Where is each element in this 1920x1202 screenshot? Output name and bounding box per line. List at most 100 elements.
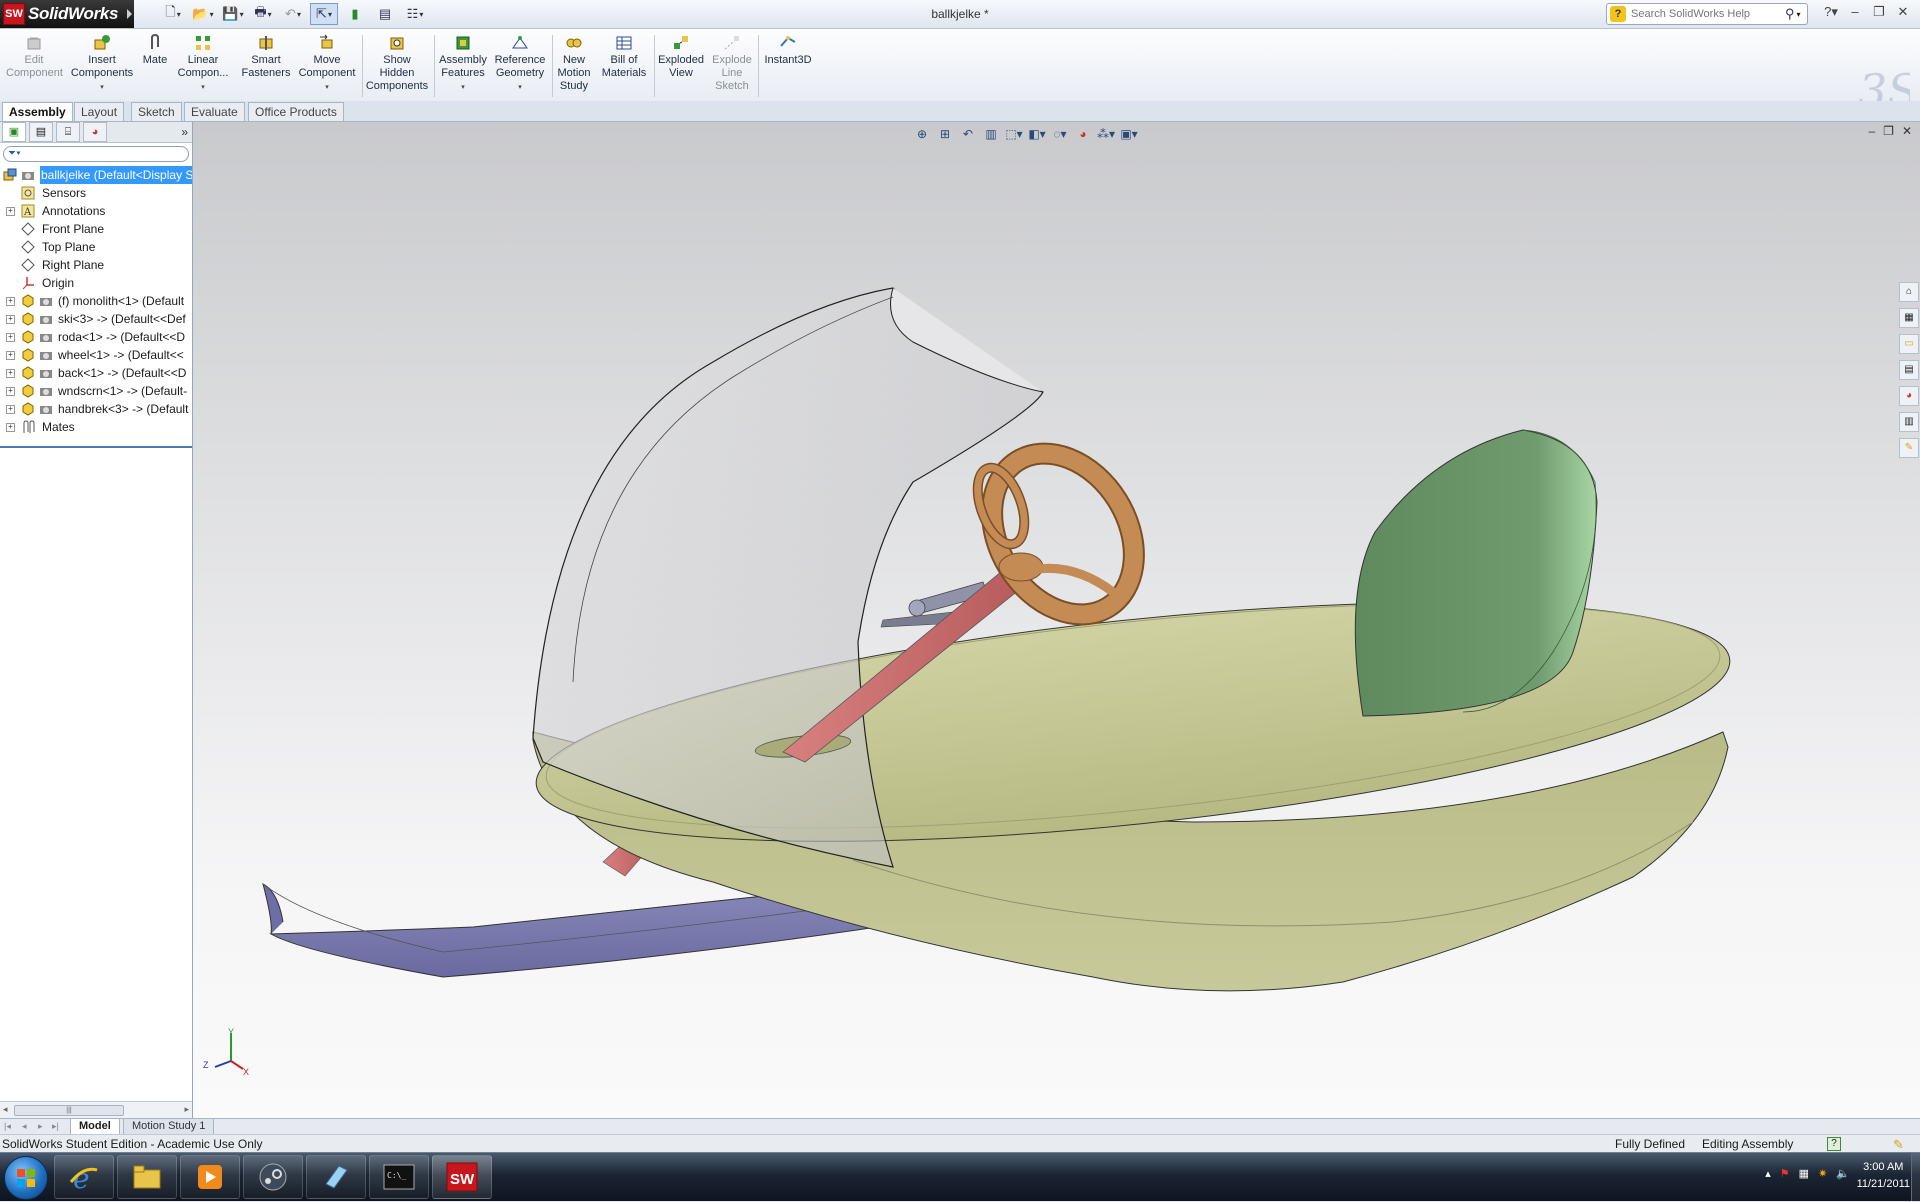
expand-icon[interactable]: + (6, 387, 15, 396)
appearances-icon[interactable]: ◕ (1899, 386, 1919, 406)
tree-item-ski[interactable]: + ski<3> -> (Default<<Def (0, 310, 192, 328)
first-tab-icon[interactable]: |◂ (4, 1121, 11, 1132)
expand-icon[interactable]: + (6, 405, 15, 414)
reference-geometry-button[interactable]: Reference Geometry ▾ (492, 34, 548, 94)
expand-icon[interactable]: + (6, 351, 15, 360)
file-explorer-icon[interactable]: ▭ (1899, 334, 1919, 354)
next-tab-icon[interactable]: ▸ (38, 1121, 43, 1132)
expand-icon[interactable]: + (6, 369, 15, 378)
help-menu-icon[interactable]: ?▾ (1822, 3, 1840, 21)
tree-item-front-plane[interactable]: Front Plane (0, 220, 192, 238)
taskbar-media-player[interactable] (180, 1155, 240, 1199)
show-hidden-icons-icon[interactable]: ▴ (1765, 1167, 1771, 1180)
search-dropdown-icon[interactable]: ▾ (1797, 10, 1801, 19)
taskbar-solidworks[interactable]: SW (432, 1155, 492, 1199)
tree-item-annotations[interactable]: + A Annotations (0, 202, 192, 220)
expand-icon[interactable]: + (6, 297, 15, 306)
search-magnifier-icon[interactable]: ⚲ (1785, 6, 1795, 22)
tree-item-monolith[interactable]: + (f) monolith<1> (Default (0, 292, 192, 310)
tree-item-roda[interactable]: + roda<1> -> (Default<<D (0, 328, 192, 346)
rebuild-button[interactable]: ▮ (342, 4, 368, 24)
expand-icon[interactable]: + (6, 423, 15, 432)
tree-item-right-plane[interactable]: Right Plane (0, 256, 192, 274)
explode-line-sketch-button[interactable]: Explode Line Sketch (708, 34, 756, 93)
taskbar-file-explorer[interactable] (117, 1155, 177, 1199)
expand-icon[interactable]: + (6, 207, 15, 216)
last-tab-icon[interactable]: ▸| (52, 1121, 59, 1132)
assembly-features-button[interactable]: Assembly Features ▾ (436, 34, 490, 94)
open-button[interactable]: 📂 ▾ (190, 4, 216, 24)
tab-model[interactable]: Model (70, 1119, 120, 1135)
new-motion-study-button[interactable]: New Motion Study (554, 34, 594, 93)
instant3d-button[interactable]: Instant3D (760, 34, 816, 67)
assembly-features-dropdown-icon[interactable]: ▾ (436, 81, 490, 94)
solidworks-menu-button[interactable]: SW SolidWorks (0, 0, 134, 28)
exploded-view-button[interactable]: Exploded View (656, 34, 706, 80)
expand-icon[interactable]: + (6, 333, 15, 342)
restore-icon[interactable]: ❐ (1870, 3, 1888, 21)
linear-pattern-dropdown-icon[interactable]: ▾ (172, 81, 234, 94)
tab-evaluate[interactable]: Evaluate (184, 102, 245, 121)
tab-assembly[interactable]: Assembly (2, 102, 73, 121)
move-component-dropdown-icon[interactable]: ▾ (296, 81, 358, 94)
reference-geometry-dropdown-icon[interactable]: ▾ (492, 81, 548, 94)
select-button[interactable]: ⇱ ▾ (310, 3, 338, 25)
options-button[interactable]: ☷ ▾ (402, 4, 428, 24)
help-search-input[interactable] (1629, 7, 1783, 21)
property-manager-tab-icon[interactable]: ▤ (29, 122, 53, 142)
tab-layout[interactable]: Layout (74, 102, 125, 121)
insert-components-dropdown-icon[interactable]: ▾ (70, 81, 134, 94)
tree-filter-box[interactable]: ⏷▾ (3, 146, 189, 162)
edit-component-button[interactable]: Edit Component (6, 34, 63, 80)
tree-item-back[interactable]: + back<1> -> (Default<<D (0, 364, 192, 382)
tree-root-assembly[interactable]: ballkjelke (Default<Display S (0, 166, 192, 184)
network-icon[interactable]: ▦ (1799, 1167, 1809, 1180)
expand-icon[interactable]: + (6, 315, 15, 324)
action-center-flag-icon[interactable]: ⚑ (1780, 1167, 1790, 1180)
help-search-box[interactable]: ? ⚲ ▾ (1606, 3, 1808, 25)
tree-item-wndscrn[interactable]: + wndscrn<1> -> (Default- (0, 382, 192, 400)
scrollbar-thumb[interactable]: ||| (14, 1105, 124, 1116)
taskbar-steam[interactable] (243, 1155, 303, 1199)
graphics-area[interactable]: ⊕ ⊞ ↶ ▥ ⬚▾ ◧▾ ◌▾ ◕ ⁂▾ ▣▾ – ❐ ✕ Y Z X ⌂ ▦… (193, 122, 1920, 1118)
tab-motion-study-1[interactable]: Motion Study 1 (123, 1119, 215, 1135)
print-button[interactable]: 🖶 ▾ (250, 4, 276, 24)
power-icon[interactable]: ✷ (1818, 1167, 1827, 1180)
prev-tab-icon[interactable]: ◂ (22, 1121, 27, 1132)
show-hidden-components-button[interactable]: Show Hidden Components (364, 34, 430, 93)
taskbar-command-prompt[interactable]: C:\_ (369, 1155, 429, 1199)
taskbar-internet-explorer[interactable]: e (54, 1155, 114, 1199)
tree-item-top-plane[interactable]: Top Plane (0, 238, 192, 256)
start-button[interactable] (4, 1156, 48, 1200)
taskbar-clock[interactable]: 3:00 AM 11/21/2011 (1857, 1159, 1910, 1193)
save-button[interactable]: 💾 ▾ (220, 4, 246, 24)
design-library-icon[interactable]: ▦ (1899, 308, 1919, 328)
move-component-button[interactable]: Move Component ▾ (296, 34, 358, 94)
show-desktop-button[interactable] (1911, 1153, 1920, 1201)
volume-icon[interactable]: 🔈 (1836, 1167, 1850, 1180)
new-document-button[interactable]: 🗋 ▾ (160, 4, 186, 24)
tree-item-origin[interactable]: Origin (0, 274, 192, 292)
insert-components-button[interactable]: Insert Components ▾ (70, 34, 134, 94)
tree-horizontal-scrollbar[interactable]: ◂ ||| ▸ (0, 1101, 192, 1118)
custom-properties-icon[interactable]: ▥ (1899, 412, 1919, 432)
close-icon[interactable]: ✕ (1894, 3, 1912, 21)
bill-of-materials-button[interactable]: Bill of Materials (598, 34, 650, 80)
configuration-manager-tab-icon[interactable]: ⌸ (56, 122, 80, 142)
tree-item-handbrek[interactable]: + handbrek<3> -> (Default (0, 400, 192, 418)
smart-fasteners-button[interactable]: Smart Fasteners (238, 34, 294, 80)
scroll-right-icon[interactable]: ▸ (184, 1104, 189, 1115)
linear-component-pattern-button[interactable]: Linear Compon... ▾ (172, 34, 234, 94)
minimize-icon[interactable]: – (1846, 3, 1864, 21)
undo-button[interactable]: ↶ ▾ (280, 4, 306, 24)
solidworks-resources-icon[interactable]: ⌂ (1899, 282, 1919, 302)
scroll-left-icon[interactable]: ◂ (3, 1104, 8, 1115)
tree-item-sensors[interactable]: Sensors (0, 184, 192, 202)
file-properties-button[interactable]: ▤ (372, 4, 398, 24)
taskbar-notepad[interactable] (306, 1155, 366, 1199)
mate-button[interactable]: Mate (138, 33, 172, 67)
quick-tips-button[interactable]: ? (1827, 1137, 1841, 1151)
feature-tree-tab-icon[interactable]: ▣ (2, 122, 26, 142)
tab-sketch[interactable]: Sketch (131, 102, 182, 121)
view-palette-icon[interactable]: ▤ (1899, 360, 1919, 380)
